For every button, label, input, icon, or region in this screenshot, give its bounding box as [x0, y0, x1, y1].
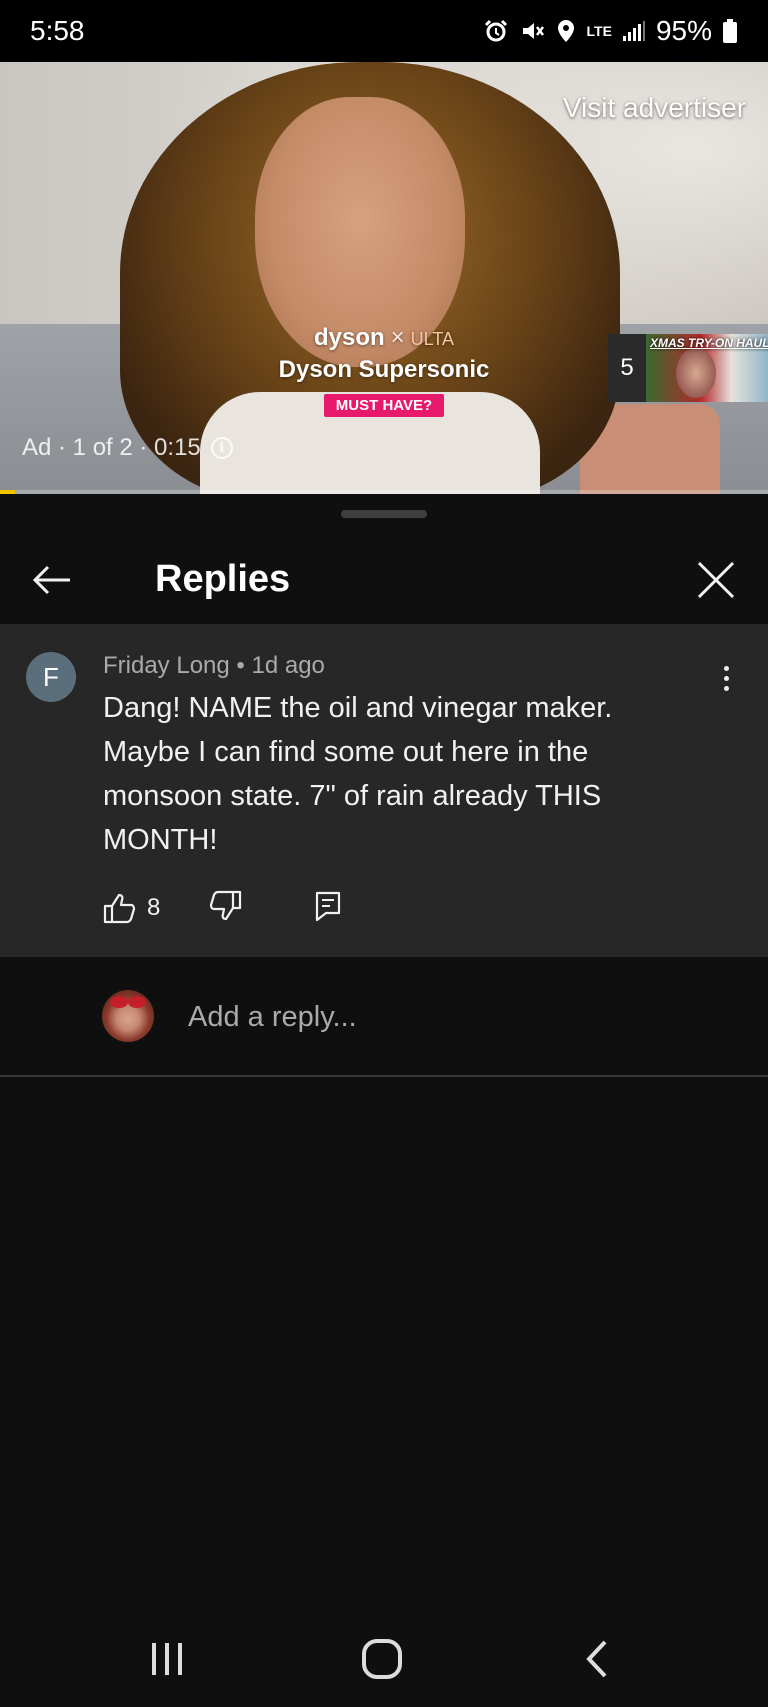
dyson-logo: dyson: [313, 324, 385, 351]
add-reply-row: [0, 957, 768, 1077]
next-up-preview[interactable]: 5 XMAS TRY-ON HAUL!: [608, 334, 768, 402]
drag-handle[interactable]: [341, 510, 427, 518]
more-vert-icon-dot: [723, 685, 729, 691]
system-nav-bar: [0, 1611, 768, 1707]
comment-reply-icon: [316, 891, 341, 921]
battery-percent: 95%: [655, 15, 712, 46]
status-icons: LTE 95%: [483, 15, 738, 47]
parent-comment: F Friday Long • 1d ago Dang! NAME the oi…: [0, 624, 768, 957]
ulta-logo: ULTA: [410, 329, 455, 349]
ad-progress-fill: [0, 490, 16, 494]
location-icon: [555, 18, 577, 44]
status-bar: 5:58 LTE 95%: [0, 0, 768, 62]
recent-apps-icon: [152, 1643, 182, 1675]
close-icon: [697, 561, 735, 599]
comment-actions: 8: [103, 886, 342, 930]
more-vert-icon-dot: [723, 665, 729, 671]
avatar-bow-right: [128, 996, 146, 1008]
like-count: 8: [147, 894, 161, 921]
status-time: 5:58: [30, 15, 85, 46]
mute-icon: [519, 18, 545, 44]
thumbnail-person: [676, 348, 716, 398]
comment-more-button[interactable]: [710, 656, 742, 700]
add-reply-input[interactable]: [188, 995, 708, 1039]
alarm-icon: [483, 18, 509, 44]
system-back-button[interactable]: [552, 1631, 642, 1687]
dislike-button[interactable]: [208, 890, 242, 927]
next-up-thumbnail[interactable]: XMAS TRY-ON HAUL!: [646, 334, 768, 402]
more-vert-icon-dot: [723, 675, 729, 681]
info-icon[interactable]: i: [210, 437, 233, 459]
home-icon: [362, 1639, 402, 1679]
comment-text: Dang! NAME the oil and vinegar maker. Ma…: [103, 692, 613, 856]
comment-author[interactable]: Friday Long: [103, 652, 230, 679]
ad-label: Ad · 1 of 2 · 0:15 i: [22, 434, 233, 462]
ad-position-text: Ad · 1 of 2 · 0:15: [22, 434, 201, 461]
chevron-left-icon: [586, 1640, 607, 1678]
signal-icon: [622, 20, 646, 42]
home-button[interactable]: [337, 1631, 427, 1687]
visit-advertiser-link[interactable]: Visit advertiser: [563, 92, 746, 124]
comment-meta: Friday Long • 1d ago: [103, 652, 325, 680]
next-up-countdown: 5: [608, 334, 646, 402]
video-player[interactable]: Visit advertiser dyson × ULTA Dyson Supers…: [0, 62, 768, 494]
panel-header: Replies: [0, 534, 768, 624]
ad-cta-badge: MUST HAVE?: [323, 394, 445, 417]
thumbs-down-icon: [210, 890, 242, 920]
lte-indicator: LTE: [586, 23, 612, 39]
current-user-avatar: [102, 990, 154, 1042]
like-button[interactable]: 8: [103, 892, 160, 924]
comment-time: 1d ago: [251, 652, 325, 679]
close-button[interactable]: [692, 556, 740, 604]
brand-separator: ×: [390, 324, 405, 351]
battery-icon: [722, 18, 738, 44]
comment-author-avatar[interactable]: F: [26, 652, 76, 702]
next-up-title: XMAS TRY-ON HAUL!: [650, 336, 768, 350]
avatar-bow-left: [110, 996, 128, 1008]
meta-separator: •: [236, 652, 245, 679]
replies-panel: Replies F Friday Long • 1d ago Dang! NAM…: [0, 496, 768, 1611]
ad-progress-bar: [0, 490, 768, 494]
thumbs-up-icon: [103, 893, 136, 924]
back-button[interactable]: [28, 556, 76, 604]
reply-button[interactable]: [314, 890, 342, 927]
panel-title: Replies: [155, 558, 291, 600]
arrow-left-icon: [32, 565, 70, 595]
recent-apps-button[interactable]: [122, 1631, 212, 1687]
